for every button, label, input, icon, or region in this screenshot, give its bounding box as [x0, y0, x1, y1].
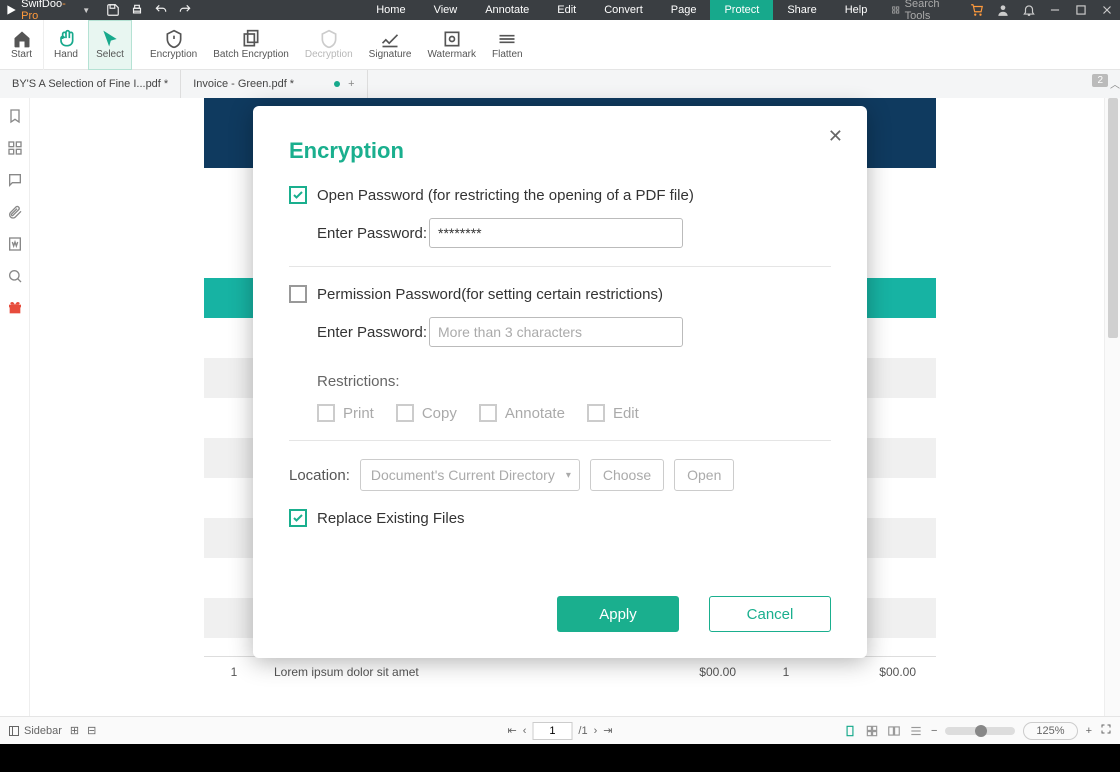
close-icon[interactable]: ✕ [828, 126, 843, 147]
bell-icon[interactable] [1022, 3, 1036, 17]
restriction-edit[interactable]: Edit [587, 404, 639, 422]
restriction-checkbox[interactable] [479, 404, 497, 422]
view-grid-icon[interactable] [865, 724, 879, 738]
expand-icon[interactable]: ⊞ [70, 724, 79, 737]
signature-button[interactable]: Signature [361, 20, 420, 70]
sidebar-toggle-icon[interactable]: Sidebar [8, 725, 62, 737]
enter-password-label-2: Enter Password: [317, 324, 429, 341]
page-total: /1 [578, 725, 587, 737]
status-bar: Sidebar ⊞ ⊟ ⇤ ‹ /1 › ⇥ − 125% + [0, 716, 1120, 744]
bottom-black-bar [0, 744, 1120, 772]
minimize-icon[interactable] [1048, 3, 1062, 17]
menu-protect[interactable]: Protect [710, 0, 773, 20]
menu-convert[interactable]: Convert [590, 0, 657, 20]
decryption-button: Decryption [297, 20, 361, 70]
view-two-icon[interactable] [887, 724, 901, 738]
restriction-copy[interactable]: Copy [396, 404, 457, 422]
menu-edit[interactable]: Edit [543, 0, 590, 20]
tab-counter[interactable]: 2 [1092, 74, 1108, 87]
search-placeholder: Search Tools [905, 0, 964, 22]
hand-button[interactable]: Hand [44, 20, 88, 70]
modal-overlay: ✕ Encryption Open Password (for restrict… [0, 98, 1120, 688]
cancel-button[interactable]: Cancel [709, 596, 831, 632]
quick-access [106, 3, 192, 17]
undo-icon[interactable] [154, 3, 168, 17]
watermark-button[interactable]: Watermark [419, 20, 484, 70]
tab-doc1[interactable]: BY'S A Selection of Fine I...pdf * [0, 70, 181, 98]
tab-modified-dot [334, 81, 340, 87]
titlebar-right [964, 3, 1120, 17]
fullscreen-icon[interactable] [1100, 723, 1112, 738]
menu-view[interactable]: View [420, 0, 472, 20]
flatten-button[interactable]: Flatten [484, 20, 531, 70]
permission-password-checkbox[interactable] [289, 285, 307, 303]
batch-encryption-button[interactable]: Batch Encryption [205, 20, 297, 70]
redo-icon[interactable] [178, 3, 192, 17]
restriction-annotate[interactable]: Annotate [479, 404, 565, 422]
zoom-slider[interactable] [945, 727, 1015, 735]
ribbon-toolbar: Start Hand Select Encryption Batch Encry… [0, 20, 1120, 70]
last-page-icon[interactable]: ⇥ [603, 724, 612, 737]
tab-strip: BY'S A Selection of Fine I...pdf * Invoi… [0, 70, 1120, 98]
print-icon[interactable] [130, 3, 144, 17]
location-select[interactable]: Document's Current Directory [360, 459, 580, 491]
restriction-checkbox[interactable] [587, 404, 605, 422]
encryption-button[interactable]: Encryption [142, 20, 205, 70]
start-button[interactable]: Start [0, 20, 44, 70]
prev-page-icon[interactable]: ‹ [523, 725, 527, 737]
cart-icon[interactable] [970, 3, 984, 17]
open-password-input[interactable] [429, 218, 683, 248]
next-page-icon[interactable]: › [594, 725, 598, 737]
replace-files-label: Replace Existing Files [317, 510, 465, 527]
menu-annotate[interactable]: Annotate [471, 0, 543, 20]
open-password-checkbox[interactable] [289, 186, 307, 204]
menu-share[interactable]: Share [773, 0, 830, 20]
main-menu: HomeViewAnnotateEditConvertPageProtectSh… [362, 0, 881, 20]
user-icon[interactable] [996, 3, 1010, 17]
save-icon[interactable] [106, 3, 120, 17]
titlebar: SwifDoo-Pro ▼ HomeViewAnnotateEditConver… [0, 0, 1120, 20]
restriction-checkbox[interactable] [317, 404, 335, 422]
maximize-icon[interactable] [1074, 3, 1088, 17]
select-button[interactable]: Select [88, 20, 132, 70]
app-dropdown-icon[interactable]: ▼ [82, 6, 90, 15]
collapse-icon[interactable]: ⊟ [87, 724, 96, 737]
open-button[interactable]: Open [674, 459, 734, 491]
enter-password-label: Enter Password: [317, 225, 429, 242]
menu-page[interactable]: Page [657, 0, 711, 20]
close-window-icon[interactable] [1100, 3, 1114, 17]
permission-password-label: Permission Password(for setting certain … [317, 286, 663, 303]
apply-button[interactable]: Apply [557, 596, 679, 632]
restrictions-group: Print Copy Annotate Edit [317, 404, 831, 422]
choose-button[interactable]: Choose [590, 459, 664, 491]
location-label: Location: [289, 467, 350, 484]
menu-help[interactable]: Help [831, 0, 882, 20]
tab-doc2[interactable]: Invoice - Green.pdf *+ [181, 70, 367, 98]
view-single-icon[interactable] [843, 724, 857, 738]
replace-files-checkbox[interactable] [289, 509, 307, 527]
view-continuous-icon[interactable] [909, 724, 923, 738]
zoom-value[interactable]: 125% [1023, 722, 1077, 740]
zoom-out-icon[interactable]: − [931, 725, 937, 737]
chevron-up-icon[interactable]: ︿ [1110, 76, 1120, 91]
restrictions-label: Restrictions: [317, 373, 831, 390]
permission-password-input[interactable] [429, 317, 683, 347]
restriction-checkbox[interactable] [396, 404, 414, 422]
encryption-dialog: ✕ Encryption Open Password (for restrict… [253, 106, 867, 658]
menu-home[interactable]: Home [362, 0, 419, 20]
add-tab-icon[interactable]: + [348, 78, 354, 90]
dialog-title: Encryption [289, 138, 831, 164]
first-page-icon[interactable]: ⇤ [508, 724, 517, 737]
page-input[interactable] [532, 722, 572, 740]
zoom-in-icon[interactable]: + [1086, 725, 1092, 737]
open-password-label: Open Password (for restricting the openi… [317, 187, 694, 204]
restriction-print[interactable]: Print [317, 404, 374, 422]
search-tools[interactable]: Search Tools [891, 0, 964, 22]
